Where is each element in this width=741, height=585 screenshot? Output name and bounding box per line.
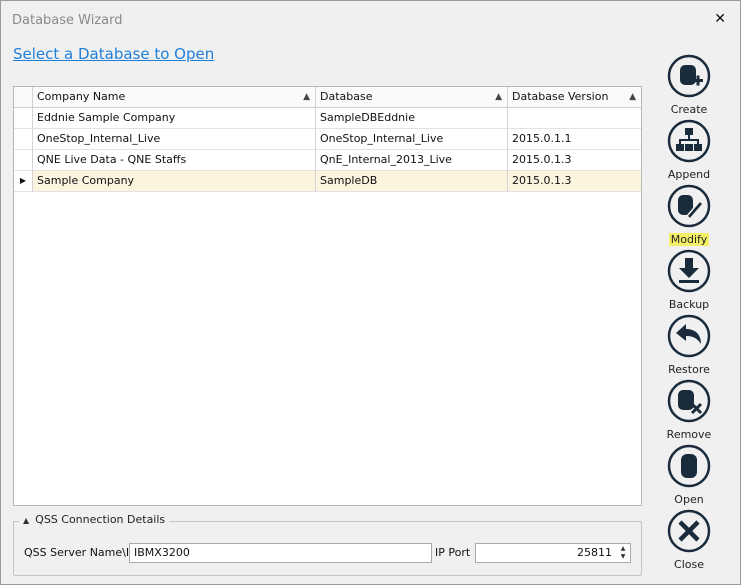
cell-version[interactable]: 2015.0.1.3 <box>508 171 641 192</box>
row-selected-indicator-icon: ▶ <box>14 171 33 192</box>
qss-connection-group: ▲ QSS Connection Details QSS Server Name\… <box>13 513 642 576</box>
qss-legend[interactable]: ▲ QSS Connection Details <box>19 513 170 526</box>
edit-pencil-icon <box>667 184 711 228</box>
sort-ascending-icon: ▲ <box>495 92 502 102</box>
row-indicator <box>14 108 33 129</box>
cell-database[interactable]: QnE_Internal_2013_Live <box>316 150 508 171</box>
window-title: Database Wizard <box>12 13 123 28</box>
cell-company[interactable]: Sample Company <box>33 171 316 192</box>
download-icon <box>667 249 711 293</box>
undo-arrow-icon <box>667 314 711 358</box>
column-header-database[interactable]: Database ▲ <box>316 87 508 107</box>
column-header-company[interactable]: Company Name ▲ <box>33 87 316 107</box>
cell-company[interactable]: Eddnie Sample Company <box>33 108 316 129</box>
cell-version[interactable]: 2015.0.1.3 <box>508 150 641 171</box>
server-name-label: QSS Server Name\IP <box>24 546 136 559</box>
close-button[interactable]: Close <box>664 509 714 571</box>
create-button[interactable]: Create <box>664 54 714 116</box>
database-icon <box>667 444 711 488</box>
append-button[interactable]: Append <box>664 119 714 181</box>
cell-database[interactable]: OneStop_Internal_Live <box>316 129 508 150</box>
cell-database[interactable]: SampleDBEddnie <box>316 108 508 129</box>
database-wizard-window: Database Wizard ✕ Select a Database to O… <box>0 0 741 585</box>
table-row[interactable]: QNE Live Data - QNE Staffs QnE_Internal_… <box>14 150 641 171</box>
restore-button[interactable]: Restore <box>664 314 714 376</box>
cell-version[interactable]: 2015.0.1.1 <box>508 129 641 150</box>
window-close-button[interactable]: ✕ <box>714 11 726 27</box>
table-row[interactable]: Eddnie Sample Company SampleDBEddnie <box>14 108 641 129</box>
database-add-icon <box>667 54 711 98</box>
close-circle-icon <box>667 509 711 553</box>
modify-button[interactable]: Modify <box>664 184 714 246</box>
collapse-icon[interactable]: ▲ <box>23 516 29 525</box>
cell-company[interactable]: OneStop_Internal_Live <box>33 129 316 150</box>
header-indicator <box>14 87 33 107</box>
close-label: Close <box>674 558 704 571</box>
remove-button[interactable]: Remove <box>664 379 714 441</box>
row-indicator <box>14 129 33 150</box>
port-spinner[interactable]: ▲ ▼ <box>617 545 629 561</box>
table-row-selected[interactable]: ▶ Sample Company SampleDB 2015.0.1.3 <box>14 171 641 192</box>
spin-up-icon[interactable]: ▲ <box>621 545 626 552</box>
server-name-input[interactable]: IBMX3200 <box>129 543 432 563</box>
cell-version[interactable] <box>508 108 641 129</box>
append-label: Append <box>667 168 711 181</box>
ip-port-input[interactable]: 25811 ▲ ▼ <box>475 543 631 563</box>
title-bar: Database Wizard ✕ <box>1 1 740 41</box>
cell-company[interactable]: QNE Live Data - QNE Staffs <box>33 150 316 171</box>
open-button[interactable]: Open <box>664 444 714 506</box>
backup-button[interactable]: Backup <box>664 249 714 311</box>
select-database-link[interactable]: Select a Database to Open <box>13 45 214 63</box>
remove-label: Remove <box>666 428 712 441</box>
column-header-version[interactable]: Database Version ▲ <box>508 87 641 107</box>
spin-down-icon[interactable]: ▼ <box>621 553 626 560</box>
modify-label: Modify <box>668 233 710 246</box>
cell-database[interactable]: SampleDB <box>316 171 508 192</box>
hierarchy-icon <box>667 119 711 163</box>
restore-label: Restore <box>668 363 710 376</box>
database-grid[interactable]: Company Name ▲ Database ▲ Database Versi… <box>13 86 642 506</box>
grid-header: Company Name ▲ Database ▲ Database Versi… <box>14 87 641 108</box>
sort-ascending-icon: ▲ <box>629 92 636 102</box>
ip-port-label: IP Port <box>435 546 471 559</box>
create-label: Create <box>670 103 708 116</box>
row-indicator <box>14 150 33 171</box>
open-label: Open <box>674 493 704 506</box>
database-remove-icon <box>667 379 711 423</box>
table-row[interactable]: OneStop_Internal_Live OneStop_Internal_L… <box>14 129 641 150</box>
sort-ascending-icon: ▲ <box>303 92 310 102</box>
backup-label: Backup <box>668 298 710 311</box>
